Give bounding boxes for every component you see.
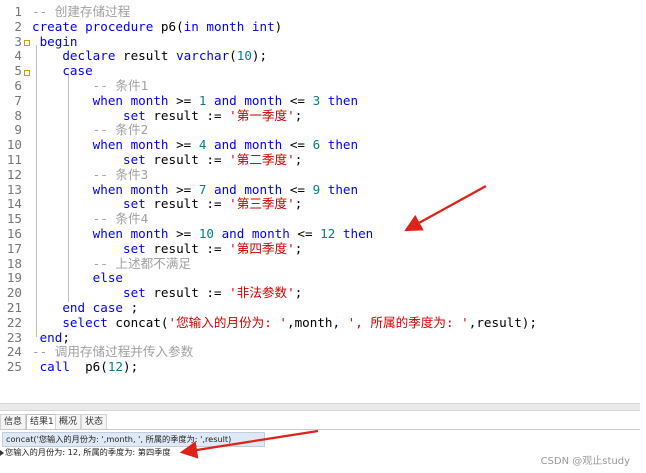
- annotation-arrows: [179, 185, 487, 459]
- arrow-to-line-16: [404, 185, 487, 232]
- arrow-to-result-row: [179, 429, 319, 459]
